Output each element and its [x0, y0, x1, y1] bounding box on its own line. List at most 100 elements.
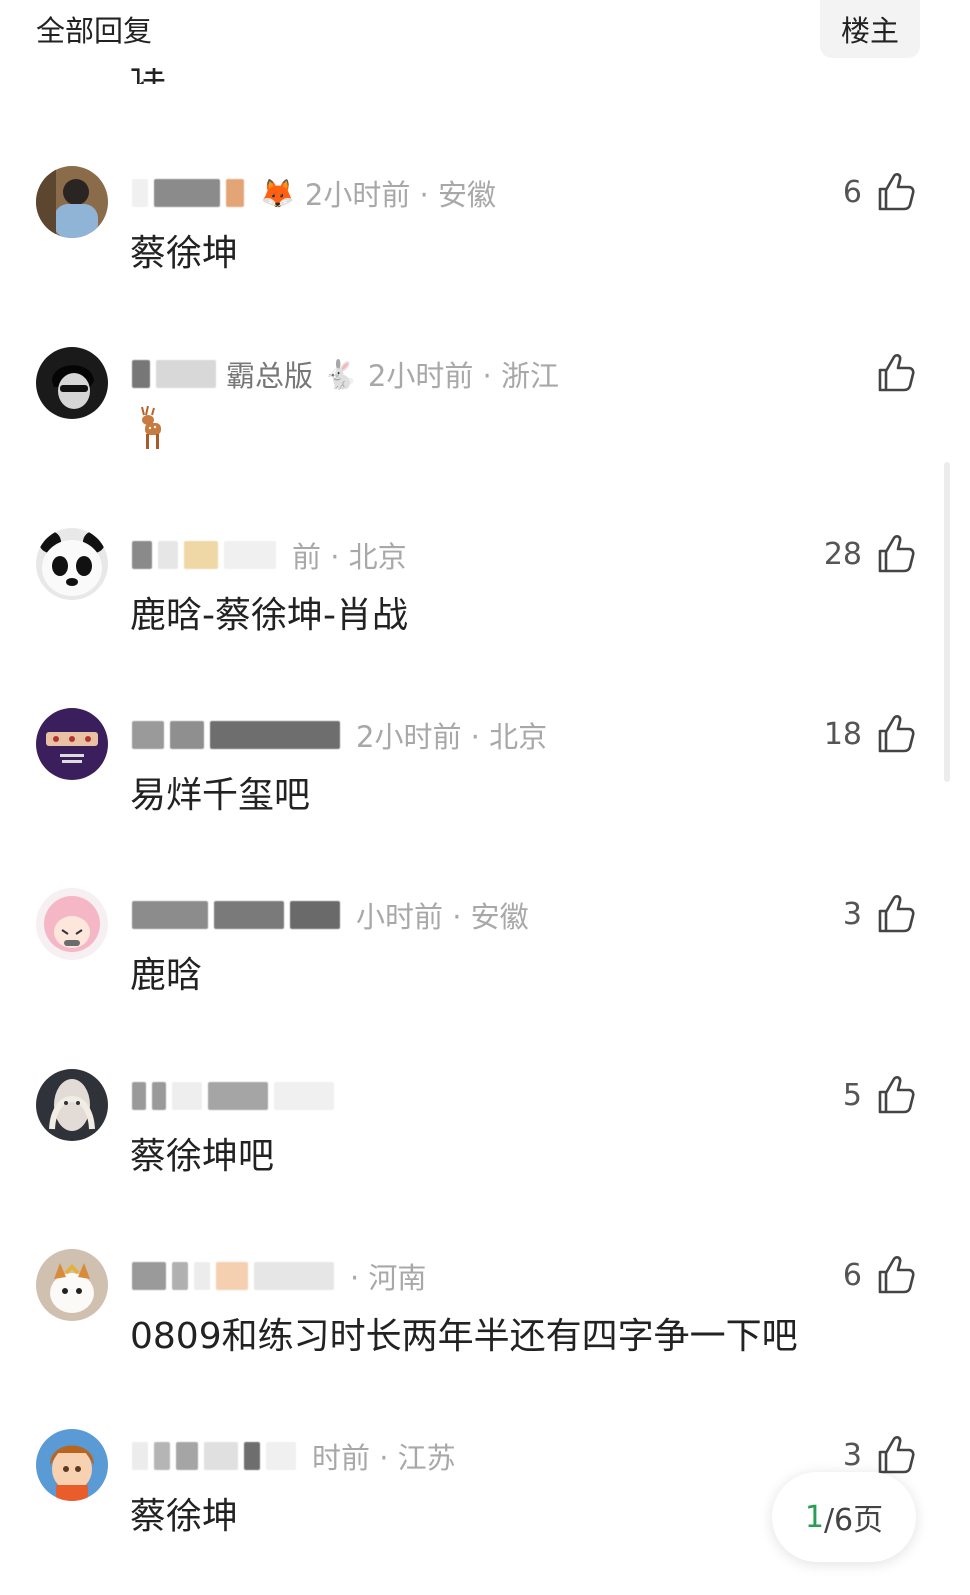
like-count: 5	[842, 1077, 862, 1113]
username-blurred[interactable]	[132, 179, 148, 207]
comment-text: 0809和练习时长两年半还有四字争一下吧	[130, 1316, 798, 1357]
comment-item[interactable]: 霸总版 🐇 2小时前 · 浙江	[0, 347, 970, 527]
comment-meta: 🦊 2小时前 · 安徽	[132, 171, 830, 215]
username-blurred[interactable]	[172, 1262, 188, 1290]
username-blurred[interactable]	[154, 1442, 170, 1470]
comment-time-location: 前 · 北京	[292, 540, 407, 574]
username-blurred[interactable]	[132, 1262, 166, 1290]
avatar[interactable]	[36, 1429, 108, 1501]
total-pages: /6页	[823, 1503, 884, 1538]
thumbs-up-icon	[874, 713, 916, 755]
like-button[interactable]: 6	[843, 166, 916, 218]
like-button[interactable]: 6	[843, 1249, 916, 1301]
username-blurred[interactable]	[210, 721, 340, 749]
page-indicator-button[interactable]: 1/6页	[772, 1472, 916, 1562]
username-blurred[interactable]	[158, 541, 178, 569]
username-blurred[interactable]	[266, 1442, 296, 1470]
comment-meta: 前 · 北京	[132, 533, 830, 577]
username-blurred[interactable]	[132, 360, 150, 388]
thumbs-up-icon	[874, 1254, 916, 1296]
avatar[interactable]	[36, 708, 108, 780]
deer-icon	[134, 403, 168, 453]
username-blurred[interactable]	[132, 901, 208, 929]
username-blurred[interactable]	[132, 721, 164, 749]
username-blurred[interactable]	[244, 1442, 260, 1470]
username-blurred[interactable]	[172, 1082, 202, 1110]
username-blurred[interactable]	[224, 541, 276, 569]
comment-meta: 时前 · 江苏	[132, 1434, 830, 1478]
username-blurred[interactable]	[214, 901, 284, 929]
username-blurred[interactable]	[204, 1442, 238, 1470]
username-blurred[interactable]	[176, 1442, 198, 1470]
username-blurred[interactable]	[216, 1262, 248, 1290]
comment-time-location: · 河南	[350, 1261, 427, 1295]
comment-text: 鹿晗	[130, 955, 203, 996]
username-blurred[interactable]	[132, 541, 152, 569]
like-button[interactable]	[862, 347, 916, 399]
username-suffix: 霸总版	[226, 359, 314, 393]
avatar[interactable]	[36, 888, 108, 960]
like-count: 6	[842, 1257, 862, 1293]
like-button[interactable]: 18	[824, 708, 916, 760]
username-blurred[interactable]	[152, 1082, 166, 1110]
comment-item[interactable]: 前 · 北京 28 鹿晗-蔡徐坤-肖战	[0, 528, 970, 708]
thumbs-up-icon	[874, 352, 916, 394]
thumbs-up-icon	[874, 1434, 916, 1476]
rabbit-badge-icon: 🐇	[323, 357, 358, 391]
avatar[interactable]	[36, 528, 108, 600]
comment-time-location: 小时前 · 安徽	[356, 900, 529, 934]
comment-item[interactable]: 2小时前 · 北京 18 易烊千玺吧	[0, 708, 970, 888]
comment-time-location: 时前 · 江苏	[312, 1441, 456, 1475]
username-blurred[interactable]	[132, 1442, 148, 1470]
avatar[interactable]	[36, 347, 108, 419]
thumbs-up-icon	[874, 533, 916, 575]
comment-item[interactable]: 小时前 · 安徽 3 鹿晗	[0, 888, 970, 1068]
like-button[interactable]: 3	[843, 888, 916, 940]
comment-time-location: 2小时前 · 浙江	[367, 359, 559, 393]
comment-time-location: 2小时前 · 北京	[356, 720, 548, 754]
comment-item[interactable]: 🦊 2小时前 · 安徽 6 蔡徐坤	[0, 166, 970, 346]
like-count: 3	[842, 1437, 862, 1473]
comment-text: 鹿晗-蔡徐坤-肖战	[130, 595, 408, 636]
thumbs-up-icon	[874, 893, 916, 935]
comment-meta	[132, 1074, 830, 1118]
username-blurred[interactable]	[194, 1262, 210, 1290]
like-count: 6	[842, 174, 862, 210]
header: 全部回复 楼主	[0, 0, 970, 60]
username-blurred[interactable]	[154, 179, 220, 207]
username-blurred[interactable]	[170, 721, 204, 749]
avatar[interactable]	[36, 1069, 108, 1141]
username-blurred[interactable]	[132, 1082, 146, 1110]
like-button[interactable]: 28	[824, 528, 916, 580]
username-blurred[interactable]	[208, 1082, 268, 1110]
comment-time-location: 2小时前 · 安徽	[304, 178, 496, 212]
username-blurred[interactable]	[274, 1082, 334, 1110]
comment-item[interactable]: 5 蔡徐坤吧	[0, 1069, 970, 1249]
like-count: 18	[823, 716, 862, 752]
comment-text: 蔡徐坤	[130, 233, 239, 274]
comment-text: 易烊千玺吧	[130, 775, 311, 816]
comment-text: 蔡徐坤	[130, 1496, 239, 1537]
like-count: 3	[842, 896, 862, 932]
like-count: 28	[823, 536, 862, 572]
comment-meta: · 河南	[132, 1254, 830, 1298]
username-blurred[interactable]	[254, 1262, 334, 1290]
owner-only-button[interactable]: 楼主	[820, 0, 920, 58]
current-page: 1	[804, 1499, 824, 1535]
thumbs-up-icon	[874, 171, 916, 213]
thumbs-up-icon	[874, 1074, 916, 1116]
previous-comment-cutoff: 详	[130, 68, 170, 84]
fox-badge-icon: 🦊	[260, 176, 295, 210]
avatar[interactable]	[36, 166, 108, 238]
username-blurred[interactable]	[290, 901, 340, 929]
username-blurred[interactable]	[184, 541, 218, 569]
username-blurred[interactable]	[156, 360, 216, 388]
comment-meta: 霸总版 🐇 2小时前 · 浙江	[132, 352, 830, 396]
page-title: 全部回复	[36, 14, 153, 48]
username-blurred[interactable]	[226, 179, 244, 207]
comment-meta: 小时前 · 安徽	[132, 893, 830, 937]
comment-text: 蔡徐坤吧	[130, 1136, 275, 1177]
like-button[interactable]: 5	[843, 1069, 916, 1121]
comment-item[interactable]: · 河南 6 0809和练习时长两年半还有四字争一下吧	[0, 1249, 970, 1429]
avatar[interactable]	[36, 1249, 108, 1321]
